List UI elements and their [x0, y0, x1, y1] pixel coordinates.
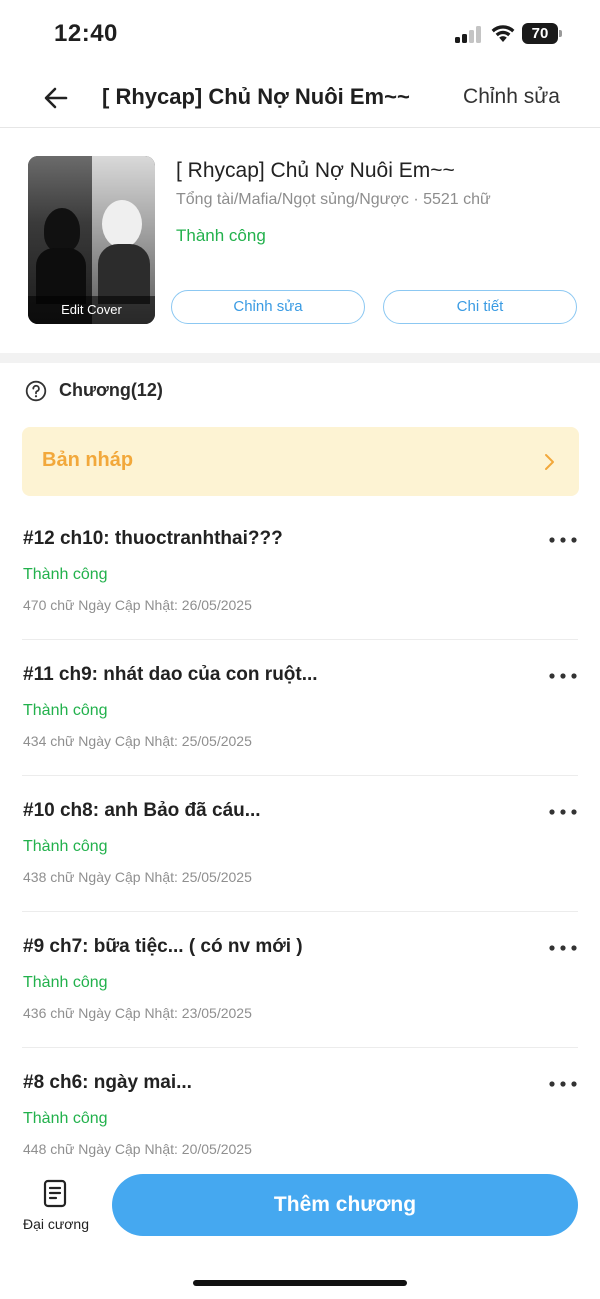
chapter-status: Thành công	[23, 702, 108, 719]
chapter-meta: 438 chữ Ngày Cập Nhật: 25/05/2025	[23, 869, 252, 885]
battery-percent: 70	[531, 25, 549, 42]
cover-figure	[102, 200, 142, 248]
chapter-meta: 436 chữ Ngày Cập Nhật: 23/05/2025	[23, 1005, 252, 1021]
home-indicator[interactable]	[193, 1280, 407, 1286]
edit-cover-label[interactable]: Edit Cover	[28, 296, 155, 324]
story-card: Edit Cover [ Rhycap] Chủ Nợ Nuôi Em~~ Tổ…	[0, 129, 600, 353]
add-chapter-button[interactable]: Thêm chương	[112, 1174, 578, 1236]
chapter-status: Thành công	[23, 1110, 108, 1127]
chapter-row[interactable]: #9 ch7: bữa tiệc... ( có nv mới ) Thành …	[0, 912, 600, 1048]
back-arrow-icon[interactable]	[40, 82, 72, 114]
edit-story-button[interactable]: Chỉnh sửa	[171, 290, 365, 324]
battery-icon: 70	[522, 23, 562, 44]
chapter-title: #11 ch9: nhát dao của con ruột...	[23, 664, 318, 685]
more-options-icon[interactable]	[548, 666, 578, 686]
cover-figure	[44, 208, 80, 252]
chapters-count-label: Chương(12)	[59, 380, 163, 400]
chapter-status: Thành công	[23, 974, 108, 991]
page-title: [ Rhycap] Chủ Nợ Nuôi Em~~	[102, 84, 410, 109]
chapter-title: #9 ch7: bữa tiệc... ( có nv mới )	[23, 936, 303, 957]
cover-figure	[98, 244, 150, 304]
help-icon[interactable]	[25, 380, 47, 402]
chapters-header: Chương(12)	[0, 363, 600, 419]
chapter-title: #8 ch6: ngày mai...	[23, 1072, 192, 1093]
document-outline-icon	[43, 1179, 67, 1208]
edit-link[interactable]: Chỉnh sửa	[463, 85, 560, 109]
story-title: [ Rhycap] Chủ Nợ Nuôi Em~~	[176, 159, 455, 182]
outline-label: Đại cương	[22, 1216, 90, 1232]
outline-button[interactable]: Đại cương	[18, 1178, 94, 1238]
chapter-title: #10 ch8: anh Bảo đã cáu...	[23, 800, 261, 821]
bottom-action-bar: Đại cương Thêm chương	[0, 1160, 600, 1299]
section-divider	[0, 353, 600, 363]
chapter-row[interactable]: #12 ch10: thuoctranhthai??? Thành công 4…	[0, 504, 600, 640]
chapter-meta: 434 chữ Ngày Cập Nhật: 25/05/2025	[23, 733, 252, 749]
nav-bar: [ Rhycap] Chủ Nợ Nuôi Em~~ Chỉnh sửa	[0, 68, 600, 128]
more-options-icon[interactable]	[548, 802, 578, 822]
story-status: Thành công	[176, 226, 266, 245]
chapter-title: #12 ch10: thuoctranhthai???	[23, 528, 283, 549]
chapter-row[interactable]: #11 ch9: nhát dao của con ruột... Thành …	[0, 640, 600, 776]
wifi-icon	[491, 25, 515, 42]
more-options-icon[interactable]	[548, 938, 578, 958]
chapter-status: Thành công	[23, 838, 108, 855]
chevron-right-icon	[545, 454, 554, 470]
chapter-meta: 448 chữ Ngày Cập Nhật: 20/05/2025	[23, 1141, 252, 1157]
cellular-signal-icon	[455, 26, 481, 43]
chapter-meta: 470 chữ Ngày Cập Nhật: 26/05/2025	[23, 597, 252, 613]
more-options-icon[interactable]	[548, 530, 578, 550]
drafts-row[interactable]: Bản nháp	[22, 427, 579, 496]
status-time: 12:40	[54, 20, 118, 47]
status-bar: 12:40 70	[0, 0, 600, 68]
more-options-icon[interactable]	[548, 1074, 578, 1094]
story-cover[interactable]: Edit Cover	[28, 156, 155, 324]
story-meta: Tổng tài/Mafia/Ngọt sủng/Ngược · 5521 ch…	[176, 191, 491, 208]
chapter-row[interactable]: #10 ch8: anh Bảo đã cáu... Thành công 43…	[0, 776, 600, 912]
chapter-status: Thành công	[23, 566, 108, 583]
story-details-button[interactable]: Chi tiết	[383, 290, 577, 324]
drafts-label: Bản nháp	[42, 449, 134, 471]
